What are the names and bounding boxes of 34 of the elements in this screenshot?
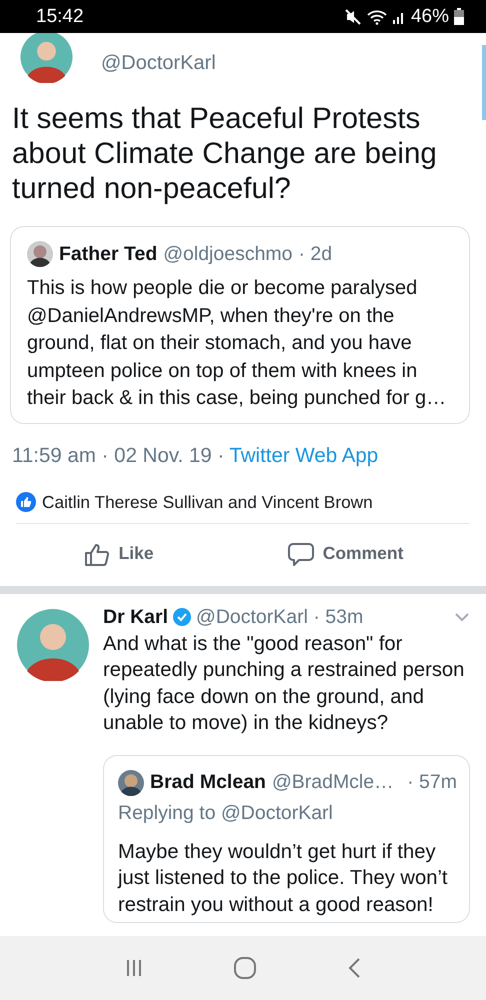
back-icon[interactable]	[347, 957, 361, 979]
recent-apps-icon[interactable]	[125, 958, 143, 978]
reactions-text[interactable]: Caitlin Therese Sullivan and Vincent Brown	[42, 492, 373, 512]
avatar	[118, 770, 144, 796]
avatar	[17, 608, 89, 680]
quoted-text: Maybe they wouldn’t get hurt if they just listened to the police. They won’t restrain you without a good reason!	[118, 840, 449, 918]
wifi-icon	[366, 8, 387, 24]
tweet-text: It seems that Peaceful Protests about Climate Change are being turned non-peaceful?	[12, 101, 438, 206]
post-age: · 2d	[298, 242, 332, 266]
reply-text: And what is the "good reason" for repeatedly punching a restrained person (lying face down on the ground, and unable to move) in the kidneys?	[103, 632, 466, 736]
source-link[interactable]: Twitter Web App	[229, 444, 378, 468]
author-handle: @BradMcle…	[272, 771, 394, 794]
author-name: Brad Mclean	[150, 771, 266, 794]
thumbs-up-icon	[16, 492, 36, 512]
author-handle: @oldjoeschmo	[163, 242, 293, 266]
mute-icon	[344, 8, 362, 24]
clock: 15:42	[36, 6, 84, 28]
quoted-tweet[interactable]: Brad Mclean @BradMcle… · 57m Replying to @DoctorKarl Maybe they wouldn’t get hurt if they just listened to the police. They won’t restrain you without a good reason!	[103, 754, 470, 923]
author-name: Father Ted	[59, 242, 158, 266]
quoted-tweet[interactable]	[10, 226, 470, 424]
like-button[interactable]: Like	[74, 536, 162, 572]
timestamp: 11:59 am · 02 Nov. 19 ·	[12, 444, 224, 468]
comment-button[interactable]: Comment	[278, 536, 412, 572]
post-age: · 57m	[407, 771, 457, 794]
quoted-text: This is how people die or become paralysed @DanielAndrewsMP, when they're on the ground, flat on their stomach, and you have umpteen police on top of them with knees in their back & in this case, being punched for g…	[27, 276, 448, 411]
battery-icon	[454, 8, 464, 25]
replying-to: Replying to @DoctorKarl	[118, 802, 334, 824]
home-icon[interactable]	[233, 956, 257, 980]
avatar	[27, 241, 53, 267]
author-name: Dr Karl	[103, 606, 168, 628]
battery-level: 46%	[410, 6, 449, 28]
author-handle: @DoctorKarl · 53m	[196, 606, 364, 628]
chevron-icon[interactable]	[454, 612, 470, 622]
user-handle[interactable]: @DoctorKarl	[101, 52, 216, 75]
